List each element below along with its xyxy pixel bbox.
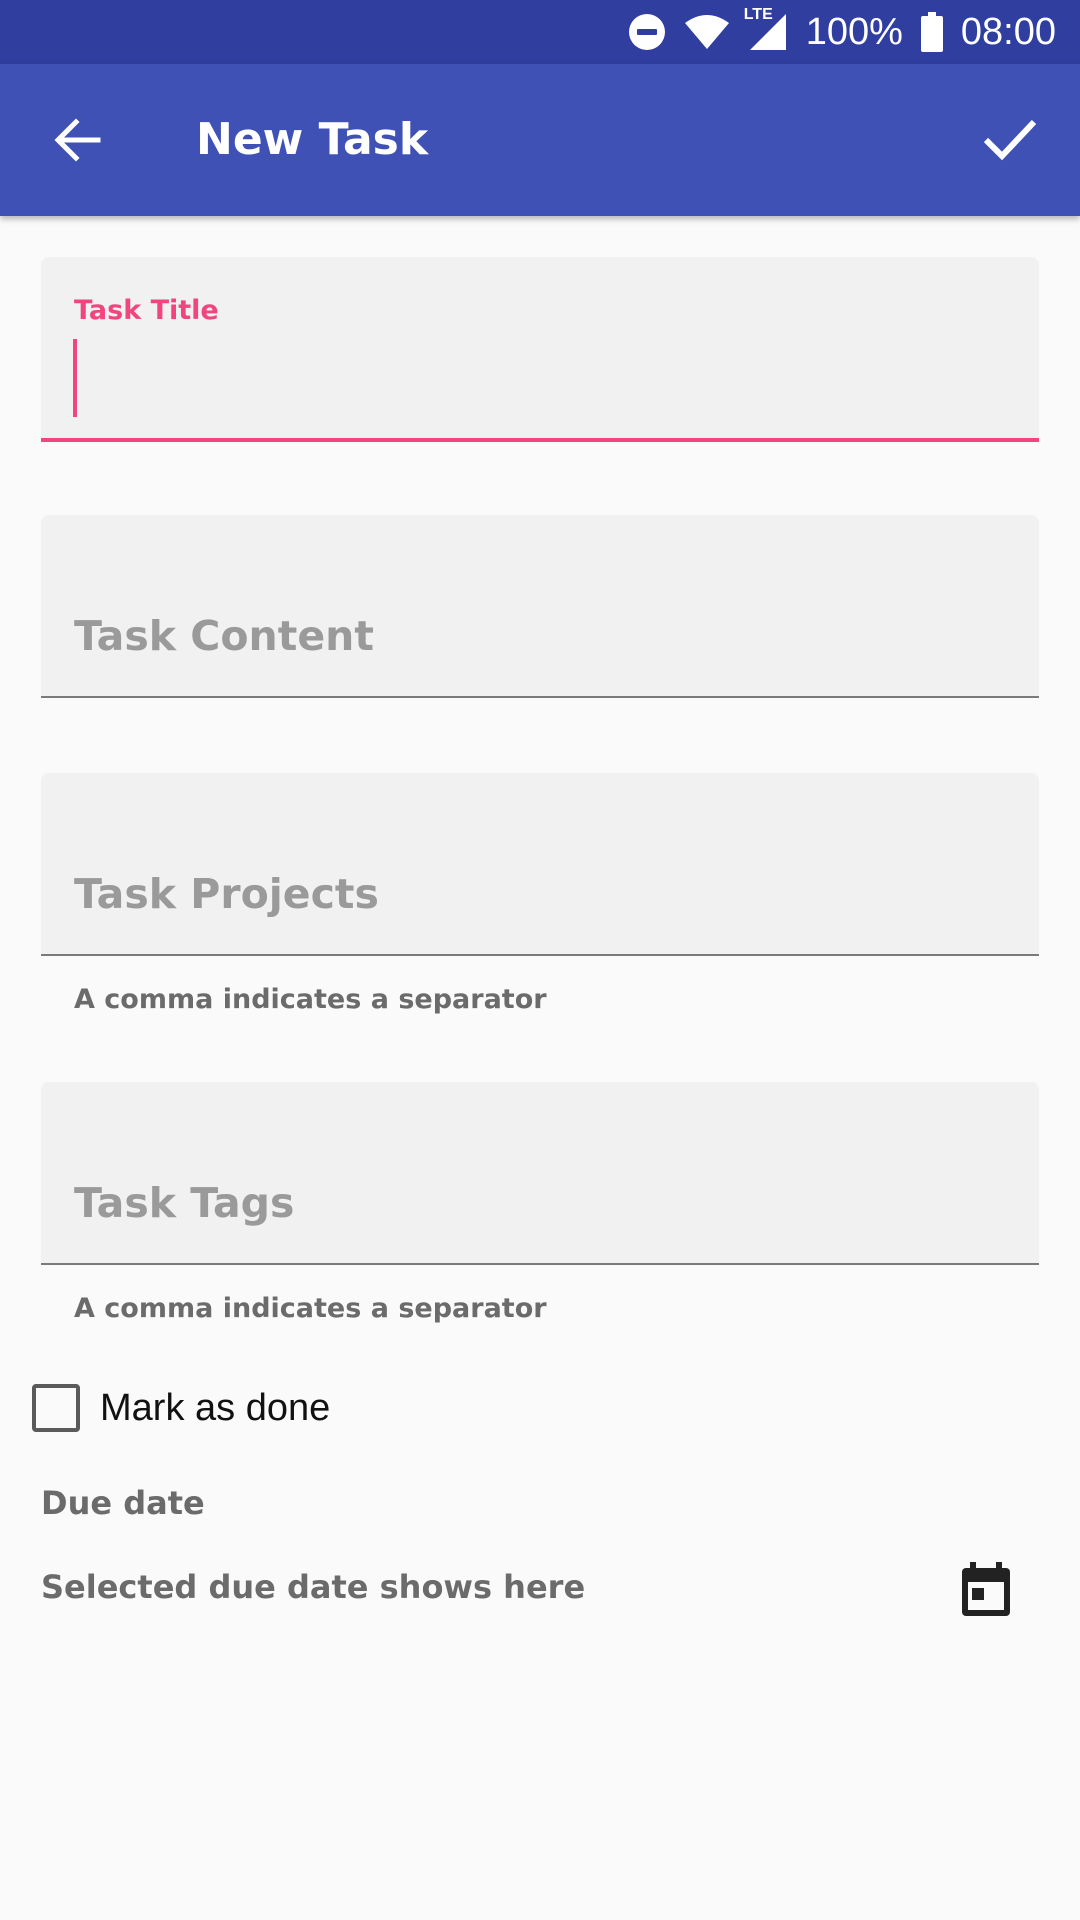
text-cursor [73, 339, 77, 417]
task-content-placeholder: Task Content [74, 612, 374, 660]
clock: 08:00 [960, 10, 1056, 53]
task-tags-placeholder: Task Tags [74, 1179, 295, 1227]
battery-percent: 100% [805, 10, 903, 53]
calendar-button[interactable] [958, 1560, 1014, 1620]
wifi-icon [684, 14, 730, 50]
lte-signal-icon: LTE [744, 6, 788, 52]
back-button[interactable] [46, 108, 110, 172]
task-tags-helper: A comma indicates a separator [74, 1293, 547, 1324]
arrow-back-icon [54, 118, 101, 162]
task-projects-field[interactable]: Task Projects [41, 773, 1039, 956]
task-projects-placeholder: Task Projects [74, 870, 379, 918]
battery-icon [920, 12, 943, 52]
mark-done-label: Mark as done [100, 1386, 331, 1429]
status-bar: LTE 100% 08:00 [0, 0, 1080, 64]
task-tags-field[interactable]: Task Tags [41, 1082, 1039, 1265]
page-title: New Task [196, 114, 429, 165]
task-title-field[interactable]: Task Title [41, 257, 1039, 442]
task-projects-helper: A comma indicates a separator [74, 984, 547, 1015]
calendar-icon [962, 1562, 1010, 1616]
save-button[interactable] [974, 104, 1044, 174]
do-not-disturb-icon [628, 13, 666, 51]
due-date-label: Due date [41, 1484, 205, 1522]
mark-done-row[interactable]: Mark as done [32, 1382, 330, 1434]
task-title-label: Task Title [74, 295, 219, 326]
app-bar: New Task [0, 64, 1080, 216]
task-content-field[interactable]: Task Content [41, 515, 1039, 698]
due-date-value: Selected due date shows here [41, 1568, 586, 1606]
lte-label: LTE [743, 6, 773, 23]
check-icon [983, 119, 1037, 161]
mark-done-checkbox[interactable] [32, 1384, 80, 1432]
